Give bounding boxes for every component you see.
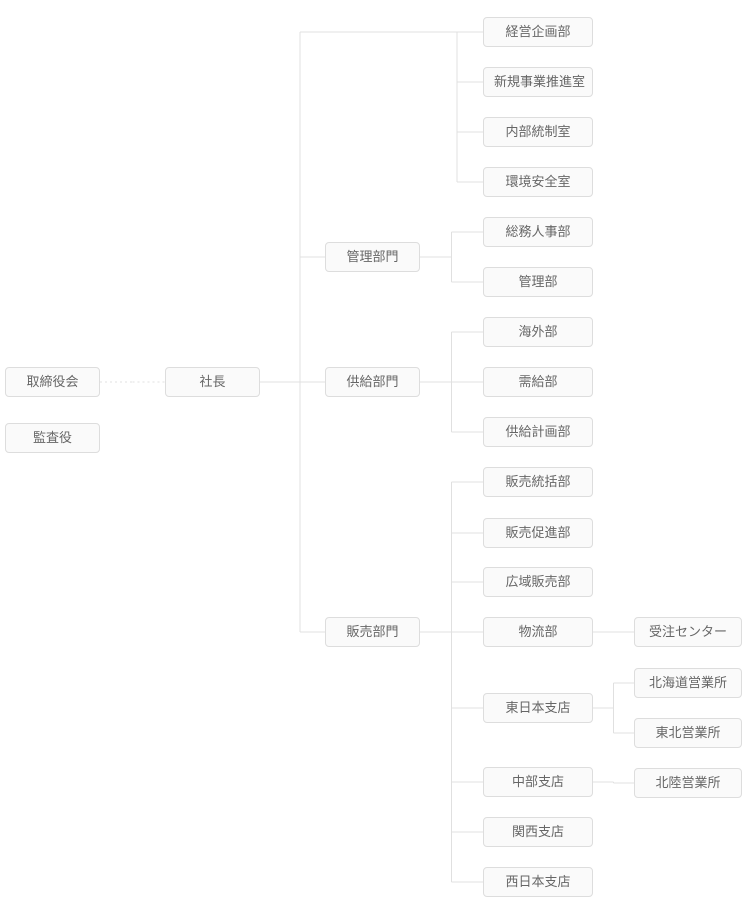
org-node-logistics: 物流部 [483, 617, 593, 647]
org-node-hokkaido: 北海道営業所 [634, 668, 742, 698]
org-node-sales_promo: 販売促進部 [483, 518, 593, 548]
org-node-tohoku: 東北営業所 [634, 718, 742, 748]
org-node-board: 取締役会 [5, 367, 100, 397]
org-node-president: 社長 [165, 367, 260, 397]
org-node-auditor: 監査役 [5, 423, 100, 453]
org-node-supply_div: 供給部門 [325, 367, 420, 397]
org-node-admin: 管理部 [483, 267, 593, 297]
org-node-kansai_branch: 関西支店 [483, 817, 593, 847]
org-node-east_branch: 東日本支店 [483, 693, 593, 723]
org-node-env_safety: 環境安全室 [483, 167, 593, 197]
org-node-planning: 経営企画部 [483, 17, 593, 47]
org-node-sales_hq: 販売統括部 [483, 467, 593, 497]
org-node-mgmt_div: 管理部門 [325, 242, 420, 272]
org-connectors [0, 0, 746, 897]
org-node-sales_div: 販売部門 [325, 617, 420, 647]
org-node-supply_plan: 供給計画部 [483, 417, 593, 447]
org-node-hokuriku: 北陸営業所 [634, 768, 742, 798]
org-node-internal_ctl: 内部統制室 [483, 117, 593, 147]
org-node-hr: 総務人事部 [483, 217, 593, 247]
org-node-wide_sales: 広域販売部 [483, 567, 593, 597]
org-node-supply_demand: 需給部 [483, 367, 593, 397]
org-node-overseas: 海外部 [483, 317, 593, 347]
org-node-west_branch: 西日本支店 [483, 867, 593, 897]
org-node-order_center: 受注センター [634, 617, 742, 647]
org-node-chubu_branch: 中部支店 [483, 767, 593, 797]
org-node-newbiz: 新規事業推進室 [483, 67, 593, 97]
